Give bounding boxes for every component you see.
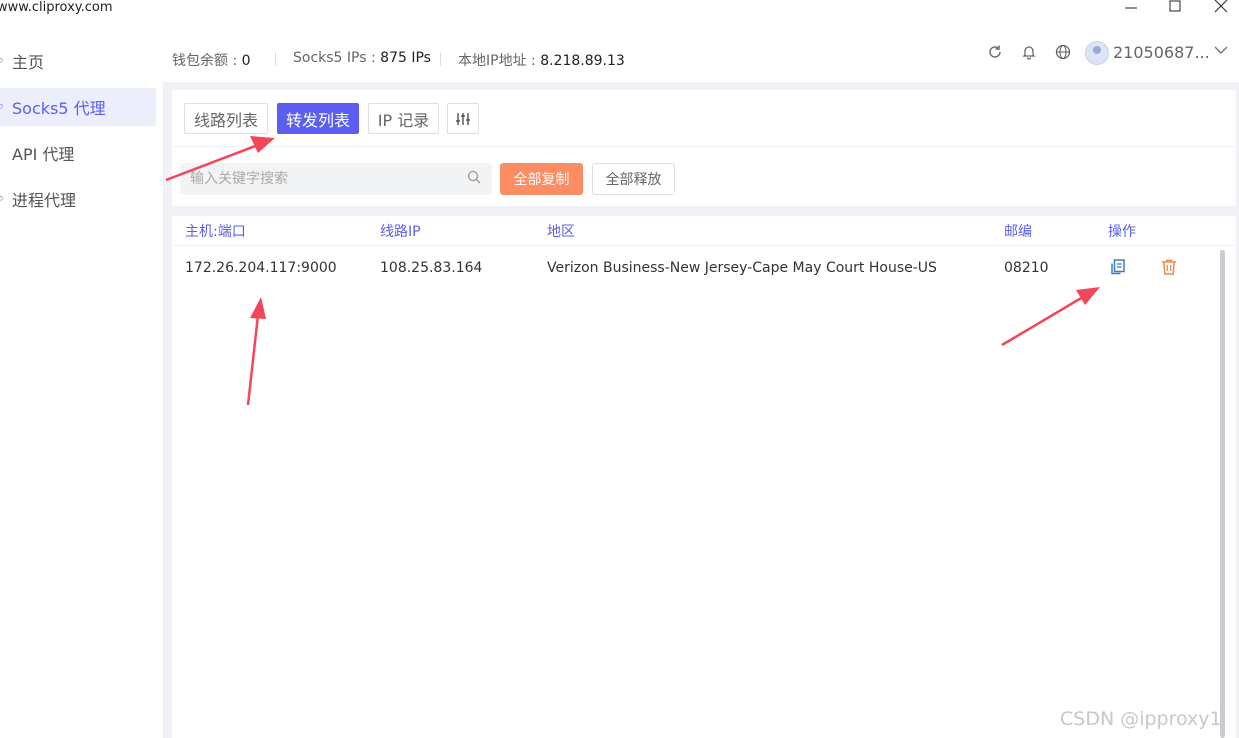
release-all-button[interactable]: 全部释放: [592, 163, 675, 195]
column-header-host-port: 主机:端口: [185, 224, 246, 240]
close-icon: [1214, 0, 1228, 13]
socks5-ips: Socks5 IPs : 875 IPs: [293, 50, 431, 66]
sidebar-item-api[interactable]: | API 代理: [0, 134, 156, 172]
sidebar-item-home[interactable]: ◦ 主页: [0, 42, 156, 80]
sidebar-item-label: 主页: [12, 53, 45, 72]
stat-divider: [440, 52, 441, 66]
stat-divider: [275, 52, 276, 66]
sidebar-item-process[interactable]: ◦ 进程代理: [0, 180, 156, 218]
sidebar-item-socks5[interactable]: ◦ Socks5 代理: [0, 88, 156, 126]
table-header-divider: [172, 245, 1236, 246]
copy-row-button[interactable]: [1108, 258, 1128, 278]
wallet-balance: 钱包余额 : 0: [172, 50, 251, 70]
process-icon: ◦: [0, 190, 5, 208]
socks5-ips-label: Socks5 IPs :: [293, 50, 376, 66]
trash-icon: [1162, 259, 1176, 275]
sidebar-item-label: Socks5 代理: [12, 99, 106, 118]
sliders-icon: [456, 112, 470, 125]
top-bar: 钱包余额 : 0 Socks5 IPs : 875 IPs 本地IP地址 : 8…: [163, 30, 1239, 82]
window-url: www.cliproxy.com: [0, 0, 113, 15]
local-ip: 本地IP地址 : 8.218.89.13: [458, 50, 625, 70]
user-menu-button[interactable]: [1213, 43, 1229, 61]
sidebar-item-label: 进程代理: [12, 191, 77, 210]
maximize-button[interactable]: [1152, 0, 1198, 18]
column-header-region: 地区: [547, 224, 575, 240]
column-header-zip: 邮编: [1004, 224, 1032, 240]
socks5-ips-value: 875 IPs: [380, 50, 431, 66]
minimize-button[interactable]: [1108, 0, 1154, 18]
globe-icon: [1055, 44, 1071, 60]
refresh-icon: [989, 45, 1001, 58]
copy-all-button[interactable]: 全部复制: [500, 163, 583, 195]
tab-ip-records[interactable]: IP 记录: [368, 103, 439, 134]
bell-icon: [1022, 46, 1036, 60]
username[interactable]: 21050687...: [1113, 43, 1210, 62]
section-gap: [163, 206, 1239, 216]
tabs-divider: [172, 146, 1236, 147]
search-input[interactable]: [180, 163, 492, 195]
column-header-actions: 操作: [1108, 224, 1136, 240]
column-header-line-ip: 线路IP: [380, 224, 421, 240]
api-icon: |: [0, 144, 8, 162]
tab-line-list[interactable]: 线路列表: [184, 103, 268, 134]
minimize-icon: [1125, 7, 1137, 9]
copy-icon: [1111, 259, 1125, 275]
wallet-label: 钱包余额 :: [172, 53, 238, 69]
filter-settings-button[interactable]: [447, 103, 479, 134]
local-ip-label: 本地IP地址 :: [458, 53, 536, 69]
cell-zip: 08210: [1004, 260, 1049, 276]
home-icon: ◦: [0, 52, 5, 70]
language-button[interactable]: [1053, 44, 1073, 64]
title-bar: www.cliproxy.com: [0, 0, 1239, 30]
cell-host-port: 172.26.204.117:9000: [185, 260, 337, 276]
sidebar: ◦ 主页 ◦ Socks5 代理 | API 代理 ◦ 进程代理: [0, 30, 163, 738]
close-button[interactable]: [1198, 0, 1239, 18]
cell-region: Verizon Business-New Jersey-Cape May Cou…: [547, 260, 937, 276]
maximize-icon: [1169, 0, 1181, 12]
cell-line-ip: 108.25.83.164: [380, 260, 483, 276]
table-scrollbar[interactable]: [1220, 250, 1225, 738]
tab-forward-list[interactable]: 转发列表: [277, 103, 359, 134]
notification-button[interactable]: [1019, 44, 1039, 64]
chevron-down-icon: [1214, 46, 1228, 54]
avatar[interactable]: [1085, 41, 1109, 65]
refresh-button[interactable]: [985, 44, 1005, 64]
watermark: CSDN @ipproxy1: [1060, 708, 1222, 730]
search-icon[interactable]: [467, 170, 481, 188]
delete-row-button[interactable]: [1159, 258, 1179, 278]
socks5-icon: ◦: [0, 98, 5, 116]
local-ip-value: 8.218.89.13: [540, 53, 625, 69]
wallet-value: 0: [241, 53, 251, 69]
sidebar-item-label: API 代理: [12, 145, 75, 164]
